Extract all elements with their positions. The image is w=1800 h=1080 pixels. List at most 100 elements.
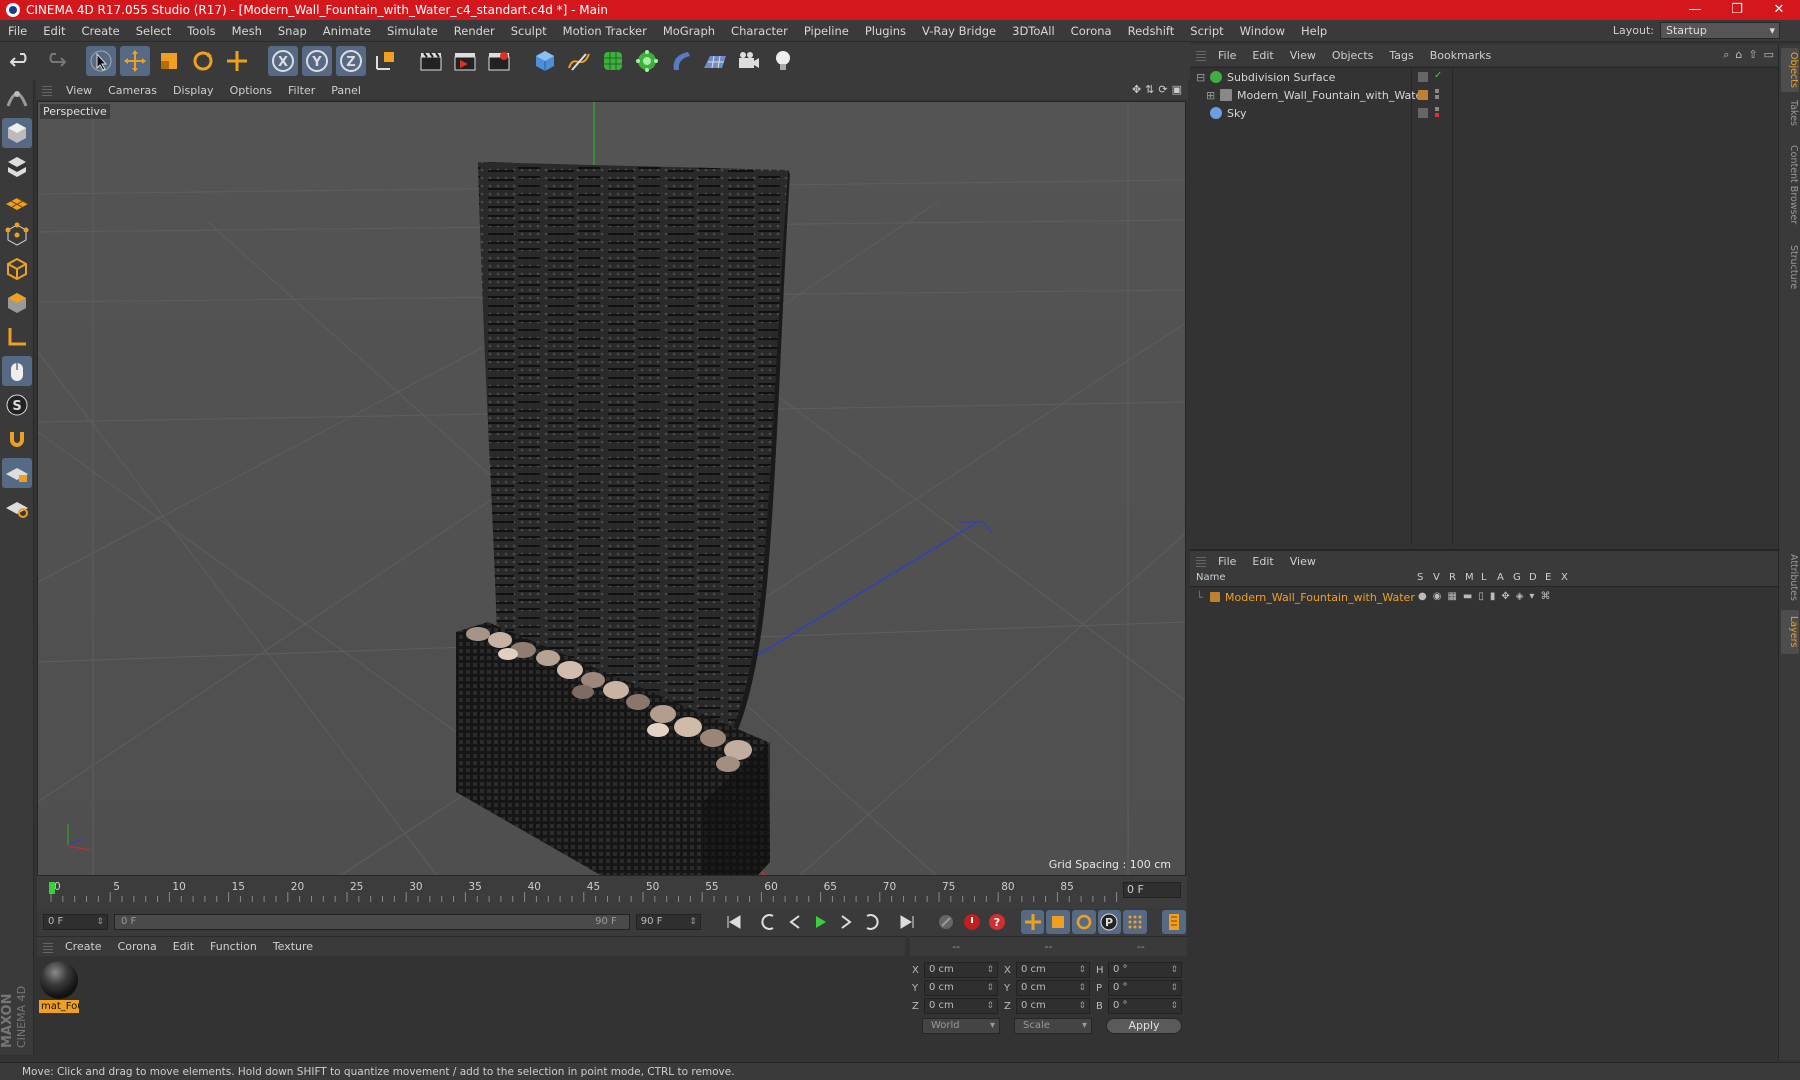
pan-view-icon[interactable]: ✥ (1132, 83, 1141, 96)
menu-tools[interactable]: Tools (179, 24, 223, 38)
scale-tool-button[interactable] (154, 46, 184, 76)
menu-select[interactable]: Select (128, 24, 179, 38)
menu-3dtoall[interactable]: 3DToAll (1004, 24, 1063, 38)
collapse-icon[interactable]: ⊟ (1196, 71, 1205, 84)
key-point-level-button[interactable] (1123, 910, 1147, 934)
end-frame-field[interactable]: 90 F (635, 914, 701, 930)
layer-row-fountain[interactable]: └ Modern_Wall_Fountain_with_Water ●◉▦▬▯▮… (1190, 588, 1778, 606)
tab-content-browser[interactable]: Content Browser (1781, 136, 1799, 234)
layer-menu-view[interactable]: View (1282, 555, 1324, 568)
layer-col-generators[interactable]: G (1513, 572, 1521, 583)
maximize-icon[interactable]: ❐ (1716, 0, 1758, 20)
key-position-button[interactable] (1020, 910, 1045, 934)
spline-pen-button[interactable] (564, 46, 594, 76)
dolly-view-icon[interactable]: ⇅ (1145, 83, 1154, 96)
render-picture-viewer-button[interactable] (450, 46, 480, 76)
viewport-menu-view[interactable]: View (58, 84, 100, 97)
material-menu-edit[interactable]: Edit (165, 940, 202, 953)
size-z-field[interactable]: 0 cm (1016, 998, 1090, 1014)
layer-toggle-icon[interactable] (1418, 72, 1428, 82)
key-scale-button[interactable] (1046, 910, 1070, 934)
expand-icon[interactable]: ⊞ (1206, 89, 1215, 102)
record-keyframes-button[interactable] (960, 910, 984, 934)
menu-render[interactable]: Render (446, 24, 503, 38)
panel-grip-icon[interactable] (43, 940, 53, 953)
rotation-p-field[interactable]: 0 ° (1108, 980, 1182, 996)
menu-help[interactable]: Help (1293, 24, 1335, 38)
timeline[interactable]: 051015202530354045505560657075808590 0 F (37, 876, 1187, 908)
menu-create[interactable]: Create (74, 24, 128, 38)
position-y-field[interactable]: 0 cm (924, 980, 998, 996)
current-frame-field[interactable]: 0 F (1123, 882, 1181, 898)
camera-button[interactable] (734, 46, 764, 76)
next-key-button[interactable] (859, 910, 883, 934)
cube-primitive-button[interactable] (530, 46, 560, 76)
3d-viewport[interactable]: Perspective Grid Spacing : 100 cm (37, 101, 1186, 876)
viewport-camera-label[interactable]: Perspective (40, 104, 110, 119)
object-menu-file[interactable]: File (1210, 49, 1244, 62)
coordinate-system-button[interactable] (370, 46, 400, 76)
material-thumbnail[interactable]: mat_Fou (39, 960, 79, 1013)
autokeying-button[interactable]: ? (985, 910, 1009, 934)
layer-name[interactable]: Modern_Wall_Fountain_with_Water (1225, 591, 1415, 604)
menu-plugins[interactable]: Plugins (857, 24, 914, 38)
layer-col-xref[interactable]: X (1561, 572, 1568, 583)
preview-range-slider[interactable]: 0 F 90 F (113, 914, 630, 930)
toggle-layout-icon[interactable]: ▣ (1172, 83, 1182, 96)
layer-menu-edit[interactable]: Edit (1244, 555, 1281, 568)
layout-select[interactable]: Startup (1660, 22, 1780, 39)
layer-col-manager[interactable]: M (1465, 572, 1474, 583)
tab-structure[interactable]: Structure (1781, 238, 1799, 296)
object-menu-view[interactable]: View (1282, 49, 1324, 62)
menu-character[interactable]: Character (723, 24, 796, 38)
object-menu-tags[interactable]: Tags (1381, 49, 1421, 62)
material-menu-create[interactable]: Create (57, 940, 110, 953)
visibility-dots-icon[interactable] (1435, 89, 1439, 99)
home-icon[interactable]: ⌂ (1735, 48, 1742, 62)
enabled-check-icon[interactable]: ✓ (1434, 70, 1444, 81)
panel-grip-icon[interactable] (42, 84, 52, 96)
edges-mode-button[interactable] (2, 254, 32, 284)
object-menu-bookmarks[interactable]: Bookmarks (1422, 49, 1499, 62)
subdivision-surface-button[interactable] (598, 46, 628, 76)
motion-record-button[interactable] (934, 910, 958, 934)
layer-menu-file[interactable]: File (1210, 555, 1244, 568)
layer-col-animation[interactable]: A (1497, 572, 1504, 583)
new-view-icon[interactable]: ▭ (1764, 48, 1774, 62)
viewport-menu-panel[interactable]: Panel (323, 84, 369, 97)
layer-col-name[interactable]: Name (1196, 572, 1226, 583)
workplane-mode-button[interactable] (2, 186, 32, 216)
position-z-field[interactable]: 0 cm (924, 998, 998, 1014)
planar-workplane-button[interactable] (2, 492, 32, 522)
object-menu-objects[interactable]: Objects (1324, 49, 1382, 62)
undo-button[interactable] (6, 46, 36, 76)
search-icon[interactable]: ⌕ (1723, 48, 1729, 62)
menu-script[interactable]: Script (1182, 24, 1231, 38)
layer-col-render[interactable]: R (1449, 572, 1456, 583)
up-level-icon[interactable]: ⇧ (1748, 48, 1757, 62)
menu-simulate[interactable]: Simulate (379, 24, 446, 38)
size-mode-select[interactable]: Scale (1014, 1018, 1092, 1034)
rotation-b-field[interactable]: 0 ° (1108, 998, 1182, 1014)
timeline-window-button[interactable] (1162, 910, 1186, 934)
visibility-dots-icon[interactable] (1435, 107, 1439, 117)
menu-sculpt[interactable]: Sculpt (503, 24, 555, 38)
y-axis-lock-button[interactable]: Y (302, 46, 332, 76)
viewport-menu-cameras[interactable]: Cameras (100, 84, 165, 97)
viewport-menu-options[interactable]: Options (222, 84, 280, 97)
object-menu-edit[interactable]: Edit (1244, 49, 1281, 62)
menu-mograph[interactable]: MoGraph (655, 24, 723, 38)
start-frame-field[interactable]: 0 F (43, 914, 108, 930)
polygons-mode-button[interactable] (2, 288, 32, 318)
minimize-icon[interactable]: — (1674, 0, 1716, 20)
layer-toggle-icon[interactable] (1418, 108, 1428, 118)
next-frame-button[interactable] (834, 910, 858, 934)
model-mode-button[interactable] (2, 118, 32, 148)
apply-button[interactable]: Apply (1106, 1018, 1182, 1034)
material-menu-function[interactable]: Function (202, 940, 265, 953)
menu-pipeline[interactable]: Pipeline (796, 24, 857, 38)
array-mograph-button[interactable] (632, 46, 662, 76)
menu-mesh[interactable]: Mesh (224, 24, 270, 38)
size-y-field[interactable]: 0 cm (1016, 980, 1090, 996)
transform-tool-button[interactable] (222, 46, 252, 76)
